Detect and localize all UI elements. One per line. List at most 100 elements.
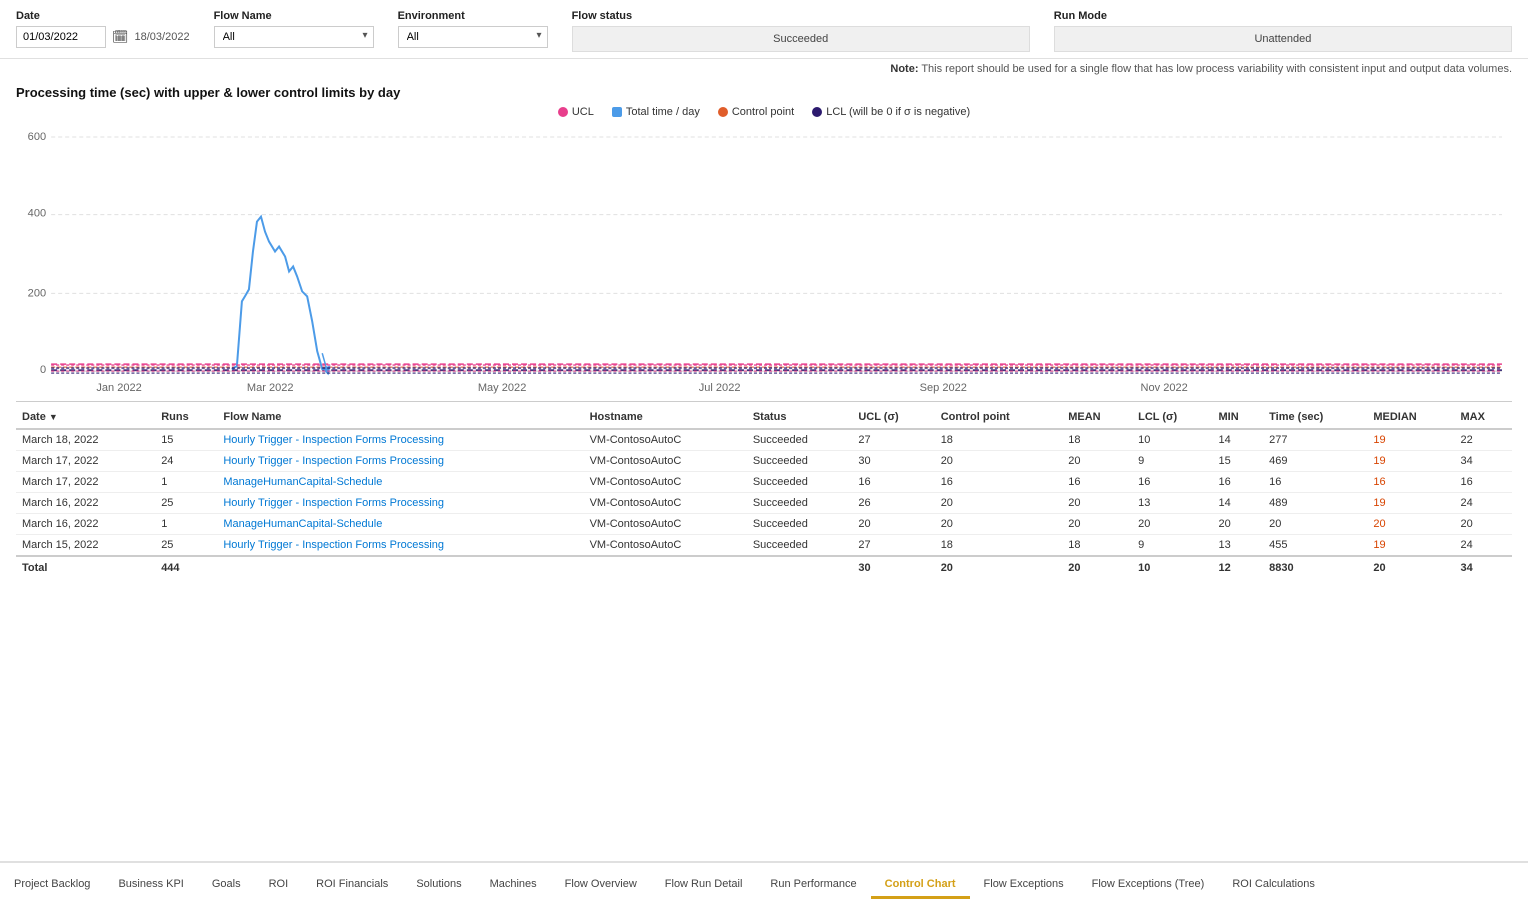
tab-business-kpi[interactable]: Business KPI: [104, 870, 197, 899]
tab-control-chart[interactable]: Control Chart: [871, 870, 970, 899]
tab-flow-exceptions-tree[interactable]: Flow Exceptions (Tree): [1078, 870, 1219, 899]
ucl-label: UCL: [572, 106, 594, 118]
run-mode-button[interactable]: Unattended: [1054, 26, 1512, 52]
tab-goals[interactable]: Goals: [198, 870, 255, 899]
cell-mean: 20: [1062, 451, 1132, 472]
date-separator: 18/03/2022: [135, 31, 190, 43]
cell-control-point: 16: [935, 472, 1063, 493]
tab-flow-exceptions[interactable]: Flow Exceptions: [970, 870, 1078, 899]
table-row: March 16, 2022 25 Hourly Trigger - Inspe…: [16, 493, 1512, 514]
cell-time: 489: [1263, 493, 1367, 514]
col-median: MEDIAN: [1367, 406, 1454, 429]
tab-roi-calculations[interactable]: ROI Calculations: [1218, 870, 1329, 899]
cell-flow-name[interactable]: Hourly Trigger - Inspection Forms Proces…: [217, 451, 583, 472]
table-footer-row: Total 444 30 20 20 10 12 8830 20 34: [16, 556, 1512, 579]
footer-status: [747, 556, 853, 579]
svg-text:Jul 2022: Jul 2022: [699, 382, 741, 394]
flow-name-select[interactable]: All: [214, 26, 374, 48]
cell-time: 277: [1263, 429, 1367, 451]
cell-ucl: 27: [852, 535, 934, 557]
cell-date: March 18, 2022: [16, 429, 155, 451]
cell-hostname: VM-ContosoAutoC: [584, 514, 747, 535]
tab-machines[interactable]: Machines: [476, 870, 551, 899]
date-filter-label: Date: [16, 10, 190, 22]
cell-flow-name[interactable]: Hourly Trigger - Inspection Forms Proces…: [217, 429, 583, 451]
footer-time: 8830: [1263, 556, 1367, 579]
tab-project-backlog[interactable]: Project Backlog: [0, 870, 104, 899]
footer-runs: 444: [155, 556, 217, 579]
svg-text:200: 200: [28, 287, 46, 299]
cell-hostname: VM-ContosoAutoC: [584, 451, 747, 472]
flow-status-button[interactable]: Succeeded: [572, 26, 1030, 52]
cell-mean: 18: [1062, 429, 1132, 451]
cell-control-point: 20: [935, 493, 1063, 514]
cell-max: 24: [1455, 493, 1512, 514]
cell-ucl: 26: [852, 493, 934, 514]
date-filter-row: 🗓 18/03/2022: [16, 26, 190, 48]
cell-min: 15: [1213, 451, 1264, 472]
cell-hostname: VM-ContosoAutoC: [584, 493, 747, 514]
legend-control-point: Control point: [718, 106, 794, 118]
cell-median: 20: [1367, 514, 1454, 535]
svg-text:Nov 2022: Nov 2022: [1141, 382, 1188, 394]
cell-hostname: VM-ContosoAutoC: [584, 429, 747, 451]
table-row: March 17, 2022 24 Hourly Trigger - Inspe…: [16, 451, 1512, 472]
cell-runs: 15: [155, 429, 217, 451]
svg-text:Mar 2022: Mar 2022: [247, 382, 294, 394]
cell-status: Succeeded: [747, 514, 853, 535]
tab-solutions[interactable]: Solutions: [402, 870, 475, 899]
filter-bar: Date 🗓 18/03/2022 Flow Name All Environm…: [0, 0, 1528, 59]
date-from-input[interactable]: [16, 26, 106, 48]
cell-ucl: 20: [852, 514, 934, 535]
cell-median: 19: [1367, 493, 1454, 514]
cell-date: March 15, 2022: [16, 535, 155, 557]
footer-mean: 20: [1062, 556, 1132, 579]
cell-status: Succeeded: [747, 472, 853, 493]
cell-max: 16: [1455, 472, 1512, 493]
tab-roi[interactable]: ROI: [255, 870, 303, 899]
col-runs: Runs: [155, 406, 217, 429]
cell-median: 19: [1367, 535, 1454, 557]
flow-status-label: Flow status: [572, 10, 1030, 22]
tab-run-performance[interactable]: Run Performance: [756, 870, 870, 899]
cell-time: 20: [1263, 514, 1367, 535]
chart-section: Processing time (sec) with upper & lower…: [0, 79, 1528, 402]
cell-runs: 25: [155, 493, 217, 514]
cell-flow-name[interactable]: ManageHumanCapital-Schedule: [217, 472, 583, 493]
bottom-tabs: Project BacklogBusiness KPIGoalsROIROI F…: [0, 861, 1528, 899]
cell-max: 34: [1455, 451, 1512, 472]
cell-control-point: 20: [935, 514, 1063, 535]
cell-lcl: 10: [1132, 429, 1212, 451]
tab-flow-run-detail[interactable]: Flow Run Detail: [651, 870, 757, 899]
table-body: March 18, 2022 15 Hourly Trigger - Inspe…: [16, 429, 1512, 556]
total-time-dot: [612, 107, 622, 117]
col-flow-name: Flow Name: [217, 406, 583, 429]
flow-name-filter-group: Flow Name All: [214, 10, 374, 48]
table-header-row: Date ▼ Runs Flow Name Hostname Status UC…: [16, 406, 1512, 429]
cell-flow-name[interactable]: Hourly Trigger - Inspection Forms Proces…: [217, 493, 583, 514]
cell-hostname: VM-ContosoAutoC: [584, 472, 747, 493]
cell-lcl: 9: [1132, 535, 1212, 557]
footer-max: 34: [1455, 556, 1512, 579]
footer-hostname: [584, 556, 747, 579]
cell-status: Succeeded: [747, 493, 853, 514]
col-status: Status: [747, 406, 853, 429]
col-max: MAX: [1455, 406, 1512, 429]
date-filter-group: Date 🗓 18/03/2022: [16, 10, 190, 48]
cell-date: March 16, 2022: [16, 514, 155, 535]
cell-flow-name[interactable]: ManageHumanCapital-Schedule: [217, 514, 583, 535]
svg-text:May 2022: May 2022: [478, 382, 526, 394]
cell-lcl: 20: [1132, 514, 1212, 535]
cell-time: 455: [1263, 535, 1367, 557]
footer-lcl: 10: [1132, 556, 1212, 579]
cell-flow-name[interactable]: Hourly Trigger - Inspection Forms Proces…: [217, 535, 583, 557]
tab-roi-financials[interactable]: ROI Financials: [302, 870, 402, 899]
legend-lcl: LCL (will be 0 if σ is negative): [812, 106, 970, 118]
note-bar: Note: This report should be used for a s…: [0, 59, 1528, 79]
tab-flow-overview[interactable]: Flow Overview: [551, 870, 651, 899]
control-point-dot: [718, 107, 728, 117]
environment-select[interactable]: All: [398, 26, 548, 48]
cell-time: 469: [1263, 451, 1367, 472]
calendar-icon[interactable]: 🗓: [112, 29, 129, 45]
cell-mean: 16: [1062, 472, 1132, 493]
